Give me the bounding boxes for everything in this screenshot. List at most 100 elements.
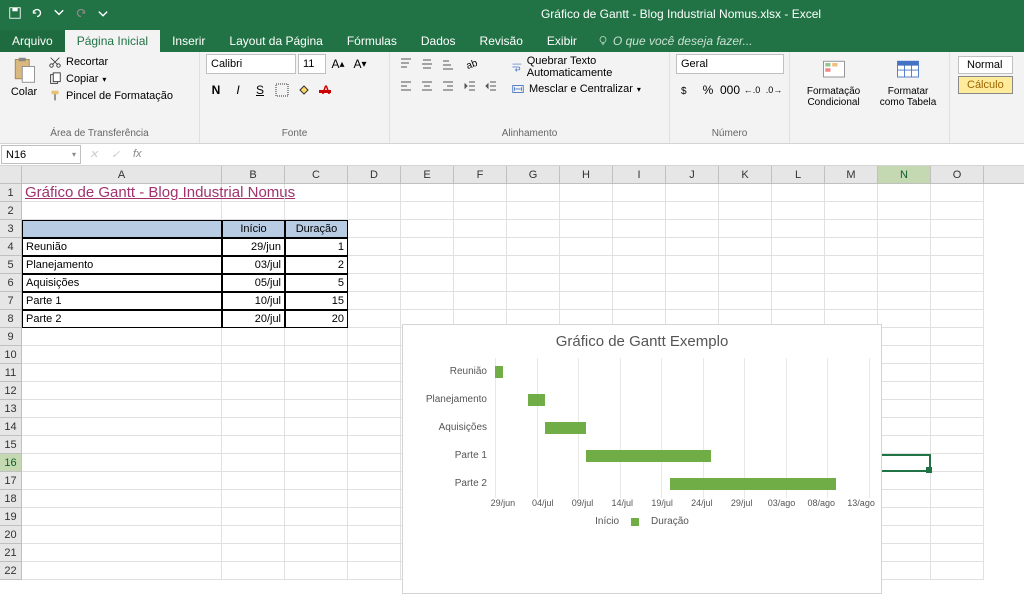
cell-O18[interactable]: [931, 490, 984, 508]
cell-K4[interactable]: [719, 238, 772, 256]
col-header-O[interactable]: O: [931, 166, 984, 183]
cells-area[interactable]: Gráfico de Gantt - Blog Industrial Nomus…: [22, 184, 984, 580]
cell-B10[interactable]: [222, 346, 285, 364]
cell-G2[interactable]: [507, 202, 560, 220]
tab-review[interactable]: Revisão: [468, 30, 535, 52]
cell-K7[interactable]: [719, 292, 772, 310]
col-header-M[interactable]: M: [825, 166, 878, 183]
cell-N12[interactable]: [878, 382, 931, 400]
cell-O1[interactable]: [931, 184, 984, 202]
cell-A9[interactable]: [22, 328, 222, 346]
cell-J2[interactable]: [666, 202, 719, 220]
row-header-4[interactable]: 4: [0, 238, 22, 256]
align-left-button[interactable]: [396, 76, 416, 96]
cell-C19[interactable]: [285, 508, 348, 526]
row-header-20[interactable]: 20: [0, 526, 22, 544]
cell-A11[interactable]: [22, 364, 222, 382]
grow-font-button[interactable]: A▴: [328, 54, 348, 74]
format-painter-button[interactable]: Pincel de Formatação: [44, 88, 177, 104]
percent-button[interactable]: %: [698, 80, 718, 100]
cell-C16[interactable]: [285, 454, 348, 472]
cell-E3[interactable]: [401, 220, 454, 238]
cell-D6[interactable]: [348, 274, 401, 292]
cell-D15[interactable]: [348, 436, 401, 454]
cell-J4[interactable]: [666, 238, 719, 256]
cell-O16[interactable]: [931, 454, 984, 472]
fill-color-button[interactable]: [294, 80, 314, 100]
cell-O15[interactable]: [931, 436, 984, 454]
redo-icon[interactable]: [74, 6, 88, 23]
cell-O21[interactable]: [931, 544, 984, 562]
align-bottom-button[interactable]: [438, 54, 458, 74]
cell-K2[interactable]: [719, 202, 772, 220]
cell-N20[interactable]: [878, 526, 931, 544]
row-header-12[interactable]: 12: [0, 382, 22, 400]
cell-D5[interactable]: [348, 256, 401, 274]
cell-C2[interactable]: [285, 202, 348, 220]
cell-C11[interactable]: [285, 364, 348, 382]
cell-F6[interactable]: [454, 274, 507, 292]
row-header-7[interactable]: 7: [0, 292, 22, 310]
cell-O5[interactable]: [931, 256, 984, 274]
cell-O8[interactable]: [931, 310, 984, 328]
decrease-indent-button[interactable]: [460, 76, 480, 96]
cell-L1[interactable]: [772, 184, 825, 202]
cell-O9[interactable]: [931, 328, 984, 346]
cell-B3[interactable]: Início: [222, 220, 285, 238]
cell-O11[interactable]: [931, 364, 984, 382]
cell-C21[interactable]: [285, 544, 348, 562]
cell-O3[interactable]: [931, 220, 984, 238]
cell-C7[interactable]: 15: [285, 292, 348, 310]
cell-B11[interactable]: [222, 364, 285, 382]
row-header-10[interactable]: 10: [0, 346, 22, 364]
cell-G5[interactable]: [507, 256, 560, 274]
format-table-button[interactable]: Formatar como Tabela: [873, 54, 943, 110]
cell-C8[interactable]: 20: [285, 310, 348, 328]
cell-O20[interactable]: [931, 526, 984, 544]
cell-A10[interactable]: [22, 346, 222, 364]
cell-B6[interactable]: 05/jul: [222, 274, 285, 292]
cell-N22[interactable]: [878, 562, 931, 580]
tab-view[interactable]: Exibir: [535, 30, 589, 52]
cell-C5[interactable]: 2: [285, 256, 348, 274]
cell-F2[interactable]: [454, 202, 507, 220]
row-header-5[interactable]: 5: [0, 256, 22, 274]
cell-D1[interactable]: [348, 184, 401, 202]
cell-A22[interactable]: [22, 562, 222, 580]
wrap-text-button[interactable]: Quebrar Texto Automaticamente: [507, 54, 663, 80]
cell-J3[interactable]: [666, 220, 719, 238]
currency-button[interactable]: $: [676, 80, 696, 100]
cell-D9[interactable]: [348, 328, 401, 346]
bold-button[interactable]: N: [206, 80, 226, 100]
cell-E1[interactable]: [401, 184, 454, 202]
col-header-E[interactable]: E: [401, 166, 454, 183]
row-header-21[interactable]: 21: [0, 544, 22, 562]
tab-layout[interactable]: Layout da Página: [217, 30, 334, 52]
cell-D14[interactable]: [348, 418, 401, 436]
row-header-15[interactable]: 15: [0, 436, 22, 454]
cell-N2[interactable]: [878, 202, 931, 220]
cell-N10[interactable]: [878, 346, 931, 364]
gantt-chart[interactable]: Gráfico de Gantt Exemplo ReuniãoPlanejam…: [402, 324, 882, 594]
cell-B4[interactable]: 29/jun: [222, 238, 285, 256]
row-header-11[interactable]: 11: [0, 364, 22, 382]
cell-N8[interactable]: [878, 310, 931, 328]
cell-D21[interactable]: [348, 544, 401, 562]
row-header-13[interactable]: 13: [0, 400, 22, 418]
col-header-G[interactable]: G: [507, 166, 560, 183]
cell-A1[interactable]: Gráfico de Gantt - Blog Industrial Nomus: [22, 184, 222, 202]
cell-D2[interactable]: [348, 202, 401, 220]
cell-B16[interactable]: [222, 454, 285, 472]
copy-button[interactable]: Copiar ▾: [44, 71, 177, 87]
row-header-3[interactable]: 3: [0, 220, 22, 238]
col-header-K[interactable]: K: [719, 166, 772, 183]
cell-M3[interactable]: [825, 220, 878, 238]
font-color-button[interactable]: A: [316, 80, 336, 100]
cell-G7[interactable]: [507, 292, 560, 310]
cell-J7[interactable]: [666, 292, 719, 310]
cell-B8[interactable]: 20/jul: [222, 310, 285, 328]
comma-button[interactable]: 000: [720, 80, 740, 100]
row-header-22[interactable]: 22: [0, 562, 22, 580]
cell-A7[interactable]: Parte 1: [22, 292, 222, 310]
increase-indent-button[interactable]: [481, 76, 501, 96]
